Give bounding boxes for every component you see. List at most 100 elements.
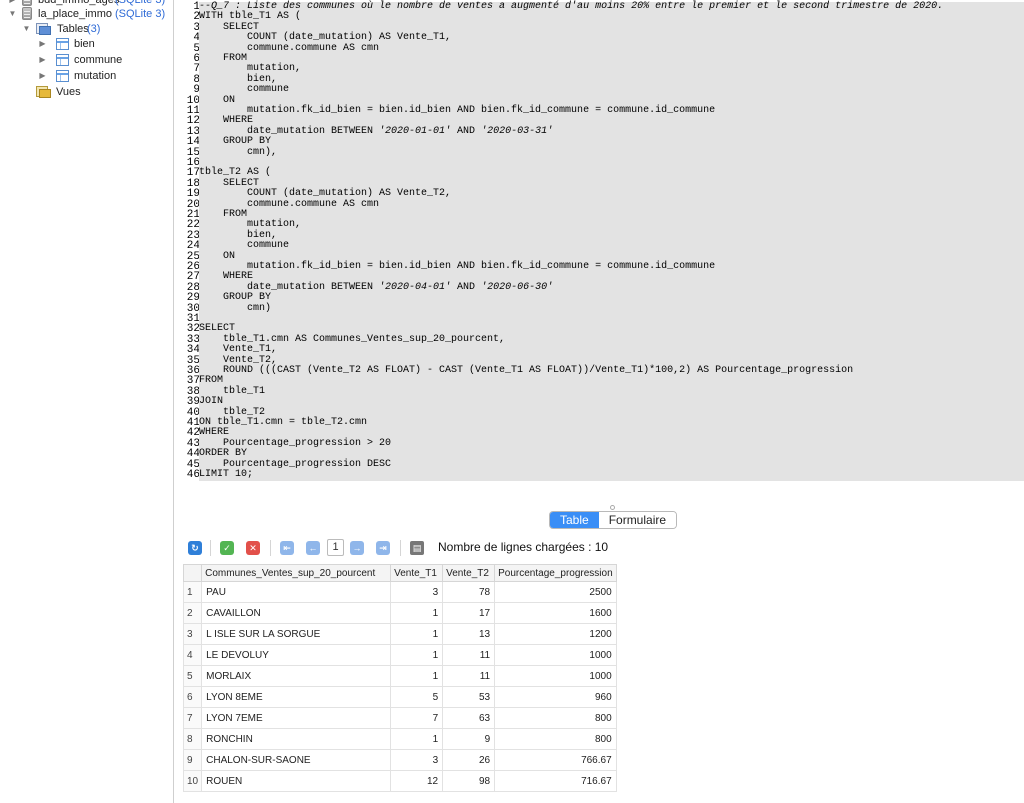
code-line[interactable]: Pourcentage_progression > 20 [199,438,1024,450]
cell-pourcentage[interactable]: 766.67 [494,749,617,771]
cell-vente-t2[interactable]: 63 [442,707,496,729]
print-icon[interactable]: ▤ [410,541,424,555]
code-line[interactable]: --Q_7 : Liste des communes où le nombre … [199,1,1024,13]
table-row[interactable]: 9 CHALON-SUR-SAONE 3 26 766.67 [182,749,617,771]
cell-vente-t2[interactable]: 13 [442,623,496,645]
expand-arrow-icon[interactable]: ▶ [38,68,47,84]
table-row[interactable]: 8 RONCHIN 1 9 800 [182,728,617,750]
rollback-x-icon[interactable]: ✕ [246,541,260,555]
sql-editor[interactable]: 1 --Q_7 : Liste des communes où le nombre… [178,0,1024,492]
tree-table-bien[interactable]: ▶ bien [38,36,168,52]
commit-check-icon[interactable]: ✓ [220,541,234,555]
cell-pourcentage[interactable]: 1000 [494,644,617,666]
cell-vente-t1[interactable]: 1 [390,728,444,750]
cell-pourcentage[interactable]: 1000 [494,665,617,687]
code-line[interactable]: commune.commune AS cmn [199,199,1024,211]
code-line[interactable]: JOIN [199,397,1024,408]
refresh-icon[interactable]: ↻ [188,541,202,555]
cell-vente-t1[interactable]: 3 [390,749,444,771]
cell-commune[interactable]: LYON 8EME [201,686,392,708]
code-line[interactable]: tble_T1 [199,386,1024,398]
cell-vente-t2[interactable]: 17 [442,602,496,624]
cell-vente-t2[interactable]: 53 [442,686,496,708]
code-line[interactable]: mutation, [199,220,1024,231]
tree-db-la-place-immo[interactable]: ▼ la_place_immo (SQLite 3) [8,6,173,22]
code-line[interactable] [199,158,1024,169]
code-line[interactable]: Vente_T1, [199,345,1024,356]
cell-pourcentage[interactable]: 800 [494,707,617,729]
code-line[interactable]: FROM [199,209,1024,221]
code-line[interactable]: bien, [199,230,1024,242]
code-line[interactable]: ON tble_T1.cmn = tble_T2.cmn [199,417,1024,429]
code-line[interactable]: LIMIT 10; [199,469,1024,481]
table-row[interactable]: 5 MORLAIX 1 11 1000 [182,665,617,687]
first-page-icon[interactable]: ⇤ [280,541,294,555]
tree-table-mutation[interactable]: ▶ mutation [38,68,168,84]
table-row[interactable]: 1 PAU 3 78 2500 [182,581,617,603]
splitter-handle[interactable] [610,505,615,510]
code-line[interactable]: WITH tble_T1 AS ( [199,12,1024,23]
code-line[interactable]: commune [199,241,1024,252]
code-line[interactable]: ROUND (((CAST (Vente_T2 AS FLOAT) - CAST… [199,365,1024,377]
cell-vente-t1[interactable]: 1 [390,602,444,624]
last-page-icon[interactable]: ⇥ [376,541,390,555]
code-line[interactable]: tble_T2 AS ( [199,168,1024,179]
cell-vente-t1[interactable]: 1 [390,665,444,687]
page-number-field[interactable]: 1 [327,539,344,556]
expand-arrow-icon[interactable]: ▶ [38,36,47,52]
row-number[interactable]: 1 [182,581,203,603]
row-number[interactable]: 10 [182,770,203,792]
cell-vente-t1[interactable]: 5 [390,686,444,708]
cell-commune[interactable]: ROUEN [201,770,392,792]
tab-table[interactable]: Table [550,512,599,528]
column-header-vente-t1[interactable]: Vente_T1 [390,564,444,582]
code-line[interactable]: GROUP BY [199,293,1024,304]
cell-pourcentage[interactable]: 716.67 [494,770,617,792]
row-number[interactable]: 5 [182,665,203,687]
tree-tables-folder[interactable]: ▼ Tables (3) [22,21,172,37]
cell-commune[interactable]: MORLAIX [201,665,392,687]
code-line[interactable]: date_mutation BETWEEN '2020-04-01' AND '… [199,282,1024,294]
row-number[interactable]: 6 [182,686,203,708]
cell-pourcentage[interactable]: 2500 [494,581,617,603]
row-number[interactable]: 2 [182,602,203,624]
expand-arrow-icon[interactable]: ▼ [8,6,17,22]
code-line[interactable]: cmn), [199,147,1024,159]
cell-vente-t2[interactable]: 11 [442,665,496,687]
cell-pourcentage[interactable]: 960 [494,686,617,708]
table-row[interactable]: 3L ISLE SUR LA SORGUE 1 13 1200 [182,623,617,645]
cell-vente-t1[interactable]: 1 [390,623,444,645]
table-row[interactable]: 10 ROUEN 12 98 716.67 [182,770,617,792]
cell-vente-t2[interactable]: 9 [442,728,496,750]
row-number[interactable]: 9 [182,749,203,771]
code-line[interactable]: tble_T1.cmn AS Communes_Ventes_sup_20_po… [199,334,1024,346]
cell-commune[interactable]: RONCHIN [201,728,392,750]
cell-vente-t1[interactable]: 1 [390,644,444,666]
code-line[interactable]: GROUP BY [199,137,1024,148]
column-header-pourcentage[interactable]: Pourcentage_progression [494,564,617,582]
expand-arrow-icon[interactable]: ▶ [38,52,47,68]
row-number[interactable]: 4 [182,644,203,666]
cell-vente-t1[interactable]: 7 [390,707,444,729]
tree-views-folder[interactable]: Vues [36,84,166,100]
cell-commune[interactable]: CHALON-SUR-SAONE [201,749,392,771]
code-line[interactable]: Pourcentage_progression DESC [199,459,1024,471]
table-row[interactable]: 7 LYON 7EME 7 63 800 [182,707,617,729]
cell-commune[interactable]: PAU [201,581,392,603]
column-header-vente-t2[interactable]: Vente_T2 [442,564,496,582]
next-page-icon[interactable]: → [350,541,364,555]
tab-formulaire[interactable]: Formulaire [598,512,677,528]
column-header-rownum[interactable] [182,564,203,582]
code-line[interactable]: date_mutation BETWEEN '2020-01-01' AND '… [199,126,1024,138]
code-line[interactable]: mutation.fk_id_bien = bien.id_bien AND b… [199,105,1024,117]
table-row[interactable]: 4 LE DEVOLUY 1 11 1000 [182,644,617,666]
cell-commune[interactable]: LYON 7EME [201,707,392,729]
cell-pourcentage[interactable]: 1600 [494,602,617,624]
column-header-commune[interactable]: Communes_Ventes_sup_20_pourcent [201,564,392,582]
row-number[interactable]: 7 [182,707,203,729]
tree-table-commune[interactable]: ▶ commune [38,52,168,68]
cell-vente-t1[interactable]: 3 [390,581,444,603]
code-line[interactable]: mutation.fk_id_bien = bien.id_bien AND b… [199,261,1024,273]
cell-vente-t2[interactable]: 78 [442,581,496,603]
cell-vente-t2[interactable]: 11 [442,644,496,666]
